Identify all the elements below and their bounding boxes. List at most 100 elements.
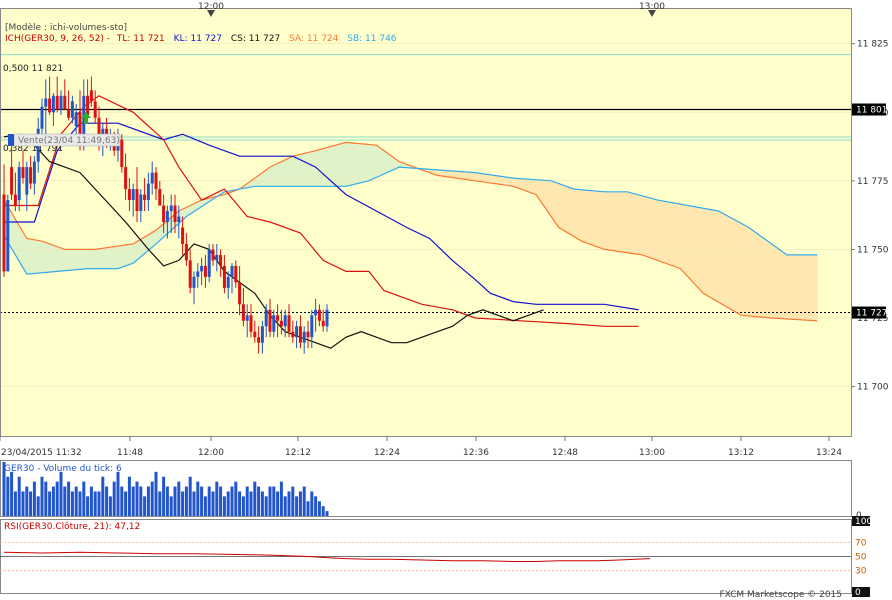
ich-prefix: ICH(GER30, 9, 26, 52) -: [5, 34, 110, 44]
cloud-segment: [699, 207, 704, 295]
volume-bar: [63, 486, 67, 516]
cloud-segment: [509, 177, 514, 187]
volume-bar: [317, 501, 321, 516]
candle-body: [86, 95, 90, 115]
order-label: Vente(23/04 11:49,63): [18, 136, 120, 146]
cloud-segment: [56, 246, 62, 272]
cloud-segment: [383, 150, 389, 175]
current-price-label: 11 727: [856, 309, 888, 319]
cloud-segment: [725, 214, 731, 310]
cloud-segment: [497, 175, 503, 186]
volume-bar: [306, 501, 310, 516]
cloud-segment: [638, 194, 643, 256]
candle-body: [295, 326, 299, 338]
candle-body: [253, 331, 257, 338]
cloud-segment: [683, 204, 689, 278]
cloud-segment: [37, 240, 43, 274]
volume-bar: [211, 491, 215, 516]
cloud-segment: [687, 205, 693, 282]
cloud-segment: [691, 205, 696, 286]
volume-bar: [196, 481, 200, 516]
cloud-segment: [554, 181, 560, 229]
cloud-segment: [64, 249, 69, 272]
volume-bar: [253, 481, 257, 516]
cloud-segment: [702, 207, 708, 297]
cloud-segment: [585, 189, 590, 245]
candle-body: [215, 254, 219, 261]
cloud-segment: [672, 202, 677, 268]
cloud-segment: [121, 244, 126, 268]
volume-bar: [245, 486, 249, 516]
candle: [207, 243, 211, 283]
candle-body: [238, 282, 242, 305]
candle-body: [249, 315, 253, 332]
candle-body: [2, 194, 6, 272]
cloud-segment: [649, 197, 655, 260]
cloud-segment: [581, 189, 586, 244]
volume-bar: [70, 491, 74, 516]
candle-body: [184, 243, 188, 261]
cloud-segment: [569, 187, 575, 238]
cloud-segment: [528, 178, 533, 194]
volume-bar: [36, 496, 40, 516]
candle-body: [124, 167, 128, 190]
cloud-segment: [83, 249, 88, 270]
volume-bar: [158, 491, 162, 516]
candle-body: [279, 320, 283, 327]
ichimoku-chart: 12:00 13:00 [Modèle : ichi-volumes-sto] …: [0, 2, 889, 600]
candle-body: [146, 183, 150, 201]
volume-bar: [44, 481, 48, 516]
volume-bar: [40, 476, 44, 516]
candle-body: [173, 205, 177, 222]
cloud-segment: [680, 203, 685, 274]
candle-body: [17, 167, 21, 201]
time-tick-label: 12:48: [552, 448, 578, 458]
cloud-segment: [775, 246, 780, 319]
cloud-segment: [588, 190, 594, 246]
cloud-segment: [718, 210, 723, 305]
cloud-segment: [490, 174, 495, 184]
rsi-axis-label: 70: [855, 538, 867, 548]
volume-bar: [82, 481, 86, 516]
rsi-axis-label: 0: [855, 588, 861, 598]
cloud-segment: [668, 201, 674, 267]
candle-body: [192, 276, 196, 288]
candle-body: [89, 90, 93, 102]
order-marker: [8, 134, 14, 146]
cloud-segment: [87, 249, 92, 269]
volume-bar: [302, 486, 306, 516]
cloud-segment: [748, 226, 753, 317]
candle-body: [317, 309, 321, 321]
candle-body: [21, 167, 25, 179]
cloud-segment: [98, 247, 104, 269]
time-tick-label: 23/04/2015 11:32: [1, 448, 82, 458]
candle-body: [298, 326, 302, 343]
candle-body: [207, 249, 211, 277]
volume-bar: [192, 491, 196, 516]
volume-bar: [325, 511, 329, 516]
volume-bar: [112, 481, 116, 516]
price-tick-label: 11 775: [857, 177, 889, 187]
time-tick-label: 12:12: [285, 448, 311, 458]
cloud-segment: [782, 251, 788, 320]
cloud-segment: [615, 191, 620, 252]
volume-bar: [51, 486, 55, 516]
volume-bar: [188, 476, 192, 516]
candle-body: [40, 106, 44, 129]
cloud-segment: [778, 248, 784, 320]
cloud-segment: [695, 206, 700, 290]
cloud-segment: [611, 191, 617, 252]
candle-body: [127, 189, 131, 201]
candle-body: [325, 309, 329, 327]
candle-body: [13, 194, 17, 206]
volume-bar: [184, 486, 188, 516]
cloud-segment: [341, 142, 347, 187]
candle-body: [135, 189, 139, 212]
candle-body: [203, 265, 207, 277]
candle-body: [291, 331, 295, 338]
cloud-segment: [596, 190, 601, 249]
cloud-segment: [737, 220, 742, 316]
volume-bar: [105, 486, 109, 516]
cloud-segment: [482, 173, 487, 183]
candle-body: [241, 304, 245, 321]
